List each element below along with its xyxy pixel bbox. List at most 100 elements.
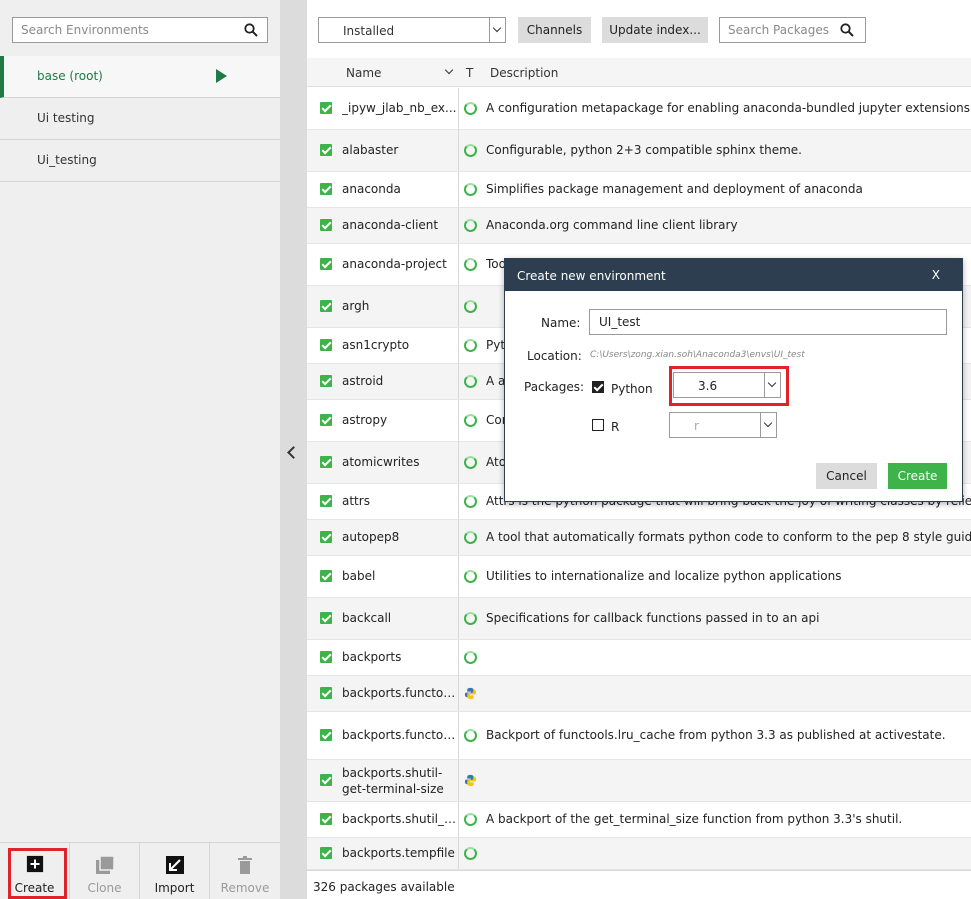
import-environment-button[interactable]: Import — [140, 843, 210, 899]
chevron-left-icon[interactable] — [287, 446, 300, 459]
package-name: astroid — [342, 374, 384, 388]
installed-checkbox[interactable] — [320, 414, 332, 426]
package-status-icon — [464, 102, 477, 115]
installed-checkbox[interactable] — [320, 339, 332, 351]
play-icon[interactable] — [216, 69, 227, 83]
column-divider — [458, 520, 459, 555]
package-name: autopep8 — [342, 530, 400, 544]
update-index-button[interactable]: Update index... — [602, 17, 708, 43]
installed-checkbox[interactable] — [320, 183, 332, 195]
import-label: Import — [154, 881, 195, 895]
package-name: astropy — [342, 413, 388, 427]
dialog-title: Create new environment — [517, 269, 666, 283]
package-name: backports — [342, 650, 402, 664]
package-name: _ipyw_jlab_nb_ex... — [342, 101, 457, 115]
installed-checkbox[interactable] — [320, 300, 332, 312]
environment-search-input[interactable] — [13, 18, 233, 42]
sort-chevron-icon[interactable] — [444, 65, 454, 75]
package-table-header: Name T Description — [307, 58, 971, 87]
package-status-icon — [464, 183, 477, 196]
column-divider — [458, 286, 459, 327]
package-status-icon — [464, 375, 477, 388]
create-button[interactable]: Create — [888, 463, 947, 489]
package-row[interactable]: autopep8 A tool that automatically format… — [307, 520, 971, 556]
environment-label: Ui_testing — [37, 153, 97, 167]
package-row[interactable]: backports.tempfile — [307, 838, 971, 870]
package-status-icon — [464, 414, 477, 427]
installed-checkbox[interactable] — [320, 495, 332, 507]
installed-checkbox[interactable] — [320, 219, 332, 231]
package-row[interactable]: anaconda Simplifies package management an… — [307, 172, 971, 208]
dropdown-toggle[interactable] — [489, 18, 505, 42]
package-search-box[interactable] — [719, 17, 866, 43]
column-header-type[interactable]: T — [466, 66, 473, 80]
installed-checkbox[interactable] — [320, 570, 332, 582]
environment-search-box[interactable] — [12, 17, 268, 43]
package-row[interactable]: babel Utilities to internationalize and l… — [307, 556, 971, 598]
environments-panel: base (root) Ui testing Ui_testing Create… — [0, 0, 280, 899]
installed-checkbox[interactable] — [320, 456, 332, 468]
column-divider — [458, 172, 459, 207]
environment-item-ui-testing[interactable]: Ui testing — [0, 98, 280, 140]
r-version-value: r — [694, 419, 699, 433]
column-divider — [458, 484, 459, 519]
package-filter-select[interactable]: Installed — [318, 17, 506, 43]
installed-checkbox[interactable] — [320, 813, 332, 825]
clone-icon — [96, 855, 115, 874]
name-label: Name: — [541, 316, 581, 330]
package-row[interactable]: backports.shutil_g... A backport of the g… — [307, 802, 971, 838]
package-row[interactable]: anaconda-client Anaconda.org command line… — [307, 208, 971, 244]
python-label: Python — [611, 382, 653, 396]
channels-button[interactable]: Channels — [518, 17, 591, 43]
package-row[interactable]: alabaster Configurable, python 2+3 compat… — [307, 130, 971, 172]
remove-environment-button[interactable]: Remove — [210, 843, 280, 899]
installed-checkbox[interactable] — [320, 651, 332, 663]
chevron-down-icon — [492, 23, 502, 33]
package-status-icon — [464, 300, 477, 313]
column-header-description[interactable]: Description — [490, 66, 558, 80]
package-description: Simplifies package management and deploy… — [486, 182, 863, 196]
package-row[interactable]: backports.functoo... Backport of functool… — [307, 712, 971, 760]
package-row[interactable]: _ipyw_jlab_nb_ex... A configuration metap… — [307, 88, 971, 130]
panel-collapse-strip[interactable] — [280, 0, 307, 899]
location-path: C:\Users\zong.xian.soh\Anaconda3\envs\UI… — [590, 350, 805, 360]
installed-checkbox[interactable] — [320, 531, 332, 543]
close-button[interactable]: X — [932, 268, 940, 282]
installed-checkbox[interactable] — [320, 729, 332, 741]
package-name: backports.tempfile — [342, 846, 455, 860]
location-label: Location: — [527, 349, 582, 363]
installed-checkbox[interactable] — [320, 144, 332, 156]
environment-name-input[interactable] — [589, 309, 947, 335]
dropdown-toggle[interactable] — [760, 413, 776, 437]
installed-checkbox[interactable] — [320, 687, 332, 699]
r-version-select[interactable]: r — [669, 412, 777, 438]
cancel-button[interactable]: Cancel — [816, 463, 877, 489]
clone-environment-button[interactable]: Clone — [70, 843, 140, 899]
package-row[interactable]: backports.functoo... — [307, 676, 971, 712]
column-header-name[interactable]: Name — [346, 66, 381, 80]
installed-checkbox[interactable] — [320, 375, 332, 387]
python-checkbox[interactable] — [592, 381, 604, 393]
package-status-icon — [464, 339, 477, 352]
r-checkbox[interactable] — [592, 419, 604, 431]
environment-item-ui_testing[interactable]: Ui_testing — [0, 140, 280, 182]
installed-checkbox[interactable] — [320, 847, 332, 859]
package-row[interactable]: backports.shutil-get-terminal-size — [307, 760, 971, 802]
installed-checkbox[interactable] — [320, 774, 332, 786]
search-icon[interactable] — [840, 23, 854, 37]
package-search-input[interactable] — [720, 18, 835, 42]
column-divider — [458, 88, 459, 129]
package-name: attrs — [342, 494, 370, 508]
package-name: babel — [342, 569, 376, 583]
column-divider — [458, 208, 459, 243]
python-package-icon — [464, 687, 477, 700]
installed-checkbox[interactable] — [320, 102, 332, 114]
search-icon[interactable] — [244, 23, 258, 37]
package-row[interactable]: backcall Specifications for callback func… — [307, 598, 971, 640]
package-status-icon — [464, 219, 477, 232]
installed-checkbox[interactable] — [320, 612, 332, 624]
installed-checkbox[interactable] — [320, 258, 332, 270]
package-description: Specifications for callback functions pa… — [486, 611, 820, 625]
environment-item-base-root[interactable]: base (root) — [0, 56, 280, 98]
package-row[interactable]: backports — [307, 640, 971, 676]
